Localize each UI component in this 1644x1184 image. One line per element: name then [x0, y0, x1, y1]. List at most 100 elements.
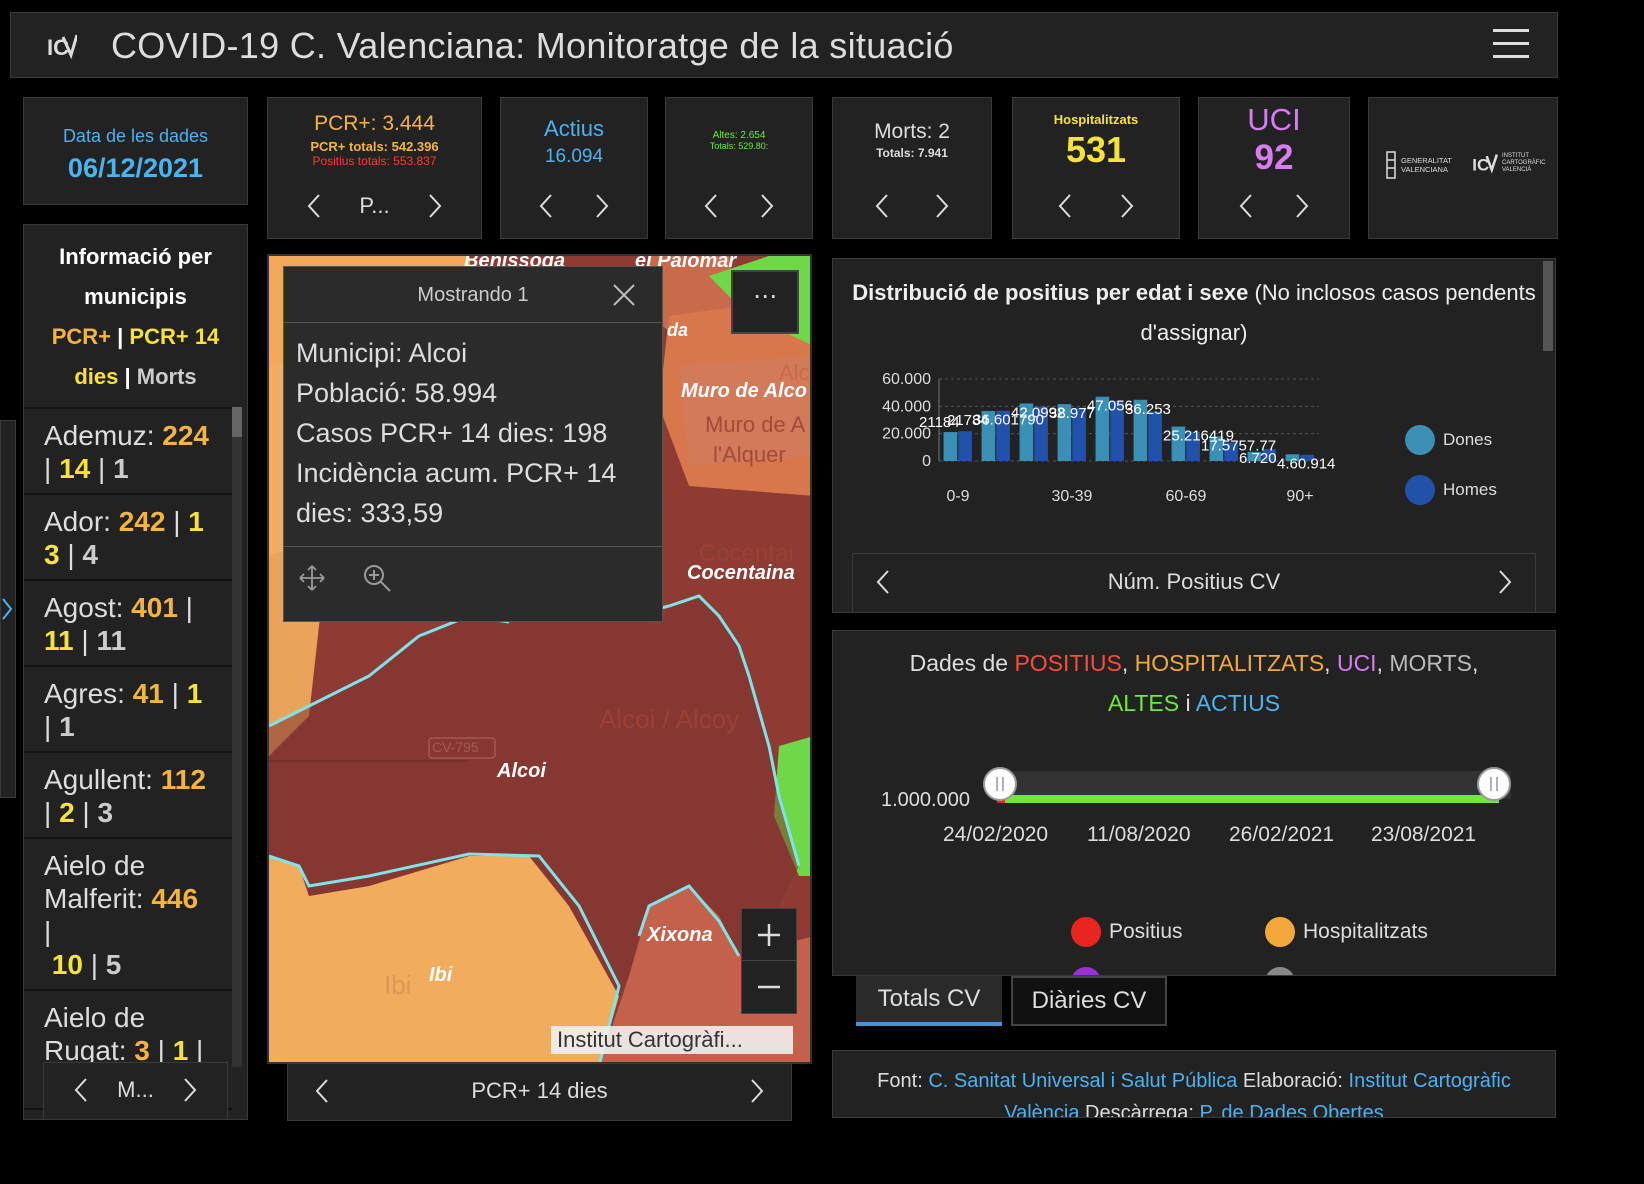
range-handle-end[interactable]	[1477, 767, 1511, 801]
positius-totals: Positius totals: 553.837	[312, 154, 437, 168]
altes-line1: Altes: 2.654	[712, 130, 766, 141]
next-arrow-icon[interactable]	[592, 193, 612, 219]
prev-arrow-icon[interactable]	[536, 193, 556, 219]
footer-text: Font:	[877, 1070, 929, 1092]
plus-icon	[758, 923, 780, 946]
hamburger-menu-icon[interactable]	[1493, 29, 1529, 63]
x-tick-label: 30-39	[1052, 488, 1093, 505]
tab-label: Diàries CV	[1031, 987, 1147, 1014]
icv-emblem-icon: IC	[1472, 154, 1499, 174]
muni-name: Ador:	[44, 506, 119, 537]
date-tick: 24/02/2020	[943, 823, 1049, 846]
muni-sep: |	[90, 453, 114, 484]
legend-pcr14-dies: dies	[74, 364, 119, 389]
muni-sep: |	[44, 797, 60, 828]
page-title: COVID-19 C. Valenciana: Monitoratge de l…	[111, 25, 954, 66]
muni-sep: |	[163, 678, 187, 709]
uci-title: UCI	[1247, 102, 1301, 137]
zoom-in-button[interactable]	[742, 909, 796, 961]
tab-diaries-cv[interactable]: Diàries CV	[1011, 976, 1167, 1026]
muni-scrollbar[interactable]	[232, 407, 242, 1067]
muni-sep: |	[44, 916, 52, 947]
gva-emblem-icon	[1386, 151, 1396, 179]
legend-sep: |	[117, 324, 124, 349]
next-arrow-icon[interactable]	[180, 1077, 200, 1103]
title-morts: MORTS	[1389, 650, 1472, 676]
icv-link[interactable]: València	[1004, 1102, 1079, 1117]
pcr-totals: PCR+ totals: 542.396	[310, 139, 439, 154]
next-arrow-icon[interactable]	[757, 193, 777, 219]
prev-arrow-icon[interactable]	[701, 193, 721, 219]
map-label: l'Alquer	[713, 442, 786, 467]
list-item[interactable]: Ador: 242 | 1 3 | 4	[24, 495, 232, 581]
tab-totals-cv[interactable]: Totals CV	[856, 976, 1002, 1026]
date-tick: 23/08/2021	[1371, 823, 1477, 846]
next-arrow-icon[interactable]	[425, 193, 445, 219]
prev-arrow-icon[interactable]	[312, 1078, 332, 1104]
source-link[interactable]: C. Sanitat Universal i Salut Pública	[928, 1070, 1237, 1092]
map-attribution[interactable]: Institut Cartogràfi...	[551, 1026, 793, 1054]
list-item[interactable]: Agost: 401 | 11 | 11	[24, 581, 232, 667]
close-icon[interactable]	[612, 283, 636, 307]
chart-scrollbar[interactable]	[1543, 261, 1553, 351]
prev-arrow-icon[interactable]	[873, 569, 893, 595]
range-fill	[1001, 795, 1499, 803]
side-panel-toggle[interactable]	[0, 420, 16, 798]
muni-pcr14: 2	[59, 797, 75, 828]
list-item[interactable]: Agres: 41 | 1 | 1	[24, 667, 232, 753]
muni-sep: |	[82, 949, 106, 980]
map-label: Muro de A	[705, 412, 806, 437]
morts-totals: Totals: 7.941	[876, 146, 948, 160]
hosp-title: Hospitalitzats	[1053, 112, 1139, 127]
timeline-panel: Dades de POSITIUS, HOSPITALITZATS, UCI, …	[832, 630, 1556, 976]
legend-label: Homes	[1443, 480, 1497, 499]
pan-move-icon[interactable]	[298, 564, 326, 592]
prev-arrow-icon[interactable]	[1055, 193, 1075, 219]
muni-pcr14: 10	[51, 949, 83, 980]
muni-pcr: 242	[118, 506, 166, 537]
legend-label: Hospitalitzats	[1303, 920, 1428, 943]
map-nav-label: PCR+ 14 dies	[471, 1078, 608, 1103]
title-positius: POSITIUS	[1014, 650, 1122, 676]
list-item[interactable]: Aielo de Malferit: 446 | 10 | 5	[24, 839, 232, 991]
title-comma: ,	[1121, 650, 1135, 676]
list-item[interactable]: Agullent: 112 | 2 | 3	[24, 753, 232, 839]
legend-swatch	[1071, 917, 1101, 947]
prev-arrow-icon[interactable]	[71, 1077, 91, 1103]
svg-text:IC: IC	[47, 35, 69, 59]
hospitalitzats-card: Hospitalitzats 531	[1012, 97, 1180, 239]
grip-icon	[1490, 777, 1498, 791]
next-arrow-icon[interactable]	[932, 193, 952, 219]
range-handle-start[interactable]	[983, 767, 1017, 801]
muni-morts: 3	[97, 797, 114, 828]
popup-title: Mostrando 1	[417, 284, 529, 306]
chart-title-rest: (No inclosos casos pendents	[1248, 280, 1536, 305]
open-data-link[interactable]: P. de Dades Obertes	[1200, 1102, 1384, 1117]
muni-pcr14: 1	[186, 678, 203, 709]
prev-arrow-icon[interactable]	[304, 193, 324, 219]
prev-arrow-icon[interactable]	[872, 193, 892, 219]
next-arrow-icon[interactable]	[1292, 193, 1312, 219]
list-item[interactable]: Ademuz: 224 | 14 | 1	[24, 407, 232, 495]
icv-link[interactable]: Institut Cartogràfic	[1349, 1070, 1511, 1092]
date-tick: 11/08/2020	[1087, 823, 1191, 846]
prev-arrow-icon[interactable]	[1236, 193, 1256, 219]
muni-pcr14: 11	[44, 625, 74, 656]
next-arrow-icon[interactable]	[747, 1078, 767, 1104]
bar-chart: 60.00040.00020.0000 211842178436.6017904…	[882, 371, 1335, 505]
uci-value: 92	[1254, 138, 1294, 177]
muni-name: Malferit:	[44, 883, 152, 914]
actius-value: 16.094	[544, 146, 604, 167]
footer-text: Elaboració:	[1237, 1070, 1349, 1092]
map-more-button[interactable]: ⋯	[731, 270, 799, 334]
muni-sep: |	[73, 625, 97, 656]
zoom-to-icon[interactable]	[362, 563, 392, 593]
next-arrow-icon[interactable]	[1495, 569, 1515, 595]
zoom-out-button[interactable]	[742, 961, 796, 1013]
map-label: Ibi	[384, 970, 412, 1000]
municipality-panel: Informació per municipis PCR+ | PCR+ 14 …	[23, 224, 248, 1120]
expand-arrow-icon	[2, 598, 13, 620]
legend-sep: |	[124, 364, 131, 389]
muni-sep: |	[177, 592, 193, 623]
next-arrow-icon[interactable]	[1117, 193, 1137, 219]
